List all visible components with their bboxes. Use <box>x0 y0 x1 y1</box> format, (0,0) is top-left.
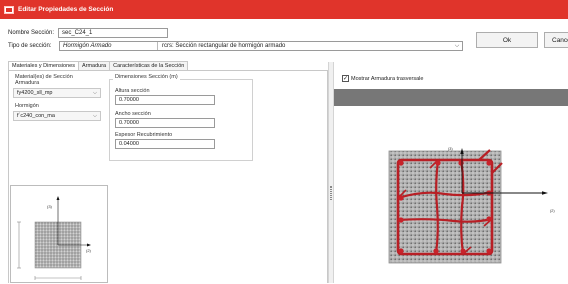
window-title: Editar Propiedades de Sección <box>18 6 114 13</box>
section-type-code: rcrs: Sección rectangular de hormigón ar… <box>162 43 286 49</box>
section-type-label: Tipo de sección: <box>8 43 52 49</box>
tab-section-characteristics[interactable]: Características de la Sección <box>109 61 189 70</box>
height-label: Altura sección <box>115 88 150 94</box>
reinforcement-material-value: fy4200_sll_mp <box>17 90 53 96</box>
section-type-value: Hormigón Armado <box>60 42 158 50</box>
tab-bar: Materiales y Dimensiones Armadura Caract… <box>8 61 189 70</box>
reinforcement-label: Armadura <box>15 80 40 86</box>
title-bar: Editar Propiedades de Sección <box>0 0 568 19</box>
axis-2-label-right: (2) <box>550 209 555 213</box>
cover-label: Espesor Recubrimiento <box>115 132 173 138</box>
chevron-down-icon: ⌵ <box>92 112 97 119</box>
concrete-material-select[interactable]: f´c240_con_ma ⌵ <box>13 111 101 121</box>
preview-header-bar <box>334 89 568 106</box>
show-transverse-label: Mostrar Armadura trasversale <box>351 75 424 82</box>
tab-reinforcement[interactable]: Armadura <box>77 61 111 70</box>
axis-3-label-right: (3) <box>448 147 453 151</box>
section-name-label: Nombre Sección: <box>8 30 55 36</box>
section-preview-small-svg: (3) (2) <box>17 196 92 280</box>
height-input[interactable]: 0.70000 <box>115 95 215 105</box>
show-transverse-row[interactable]: ✓ Mostrar Armadura trasversale <box>342 75 423 82</box>
splitter-grip-icon <box>330 186 332 200</box>
ok-button[interactable]: Ok <box>476 32 538 48</box>
chevron-down-icon[interactable]: ⌵ <box>452 43 462 50</box>
section-type-field[interactable]: Hormigón Armado rcrs: Sección rectangula… <box>59 41 463 51</box>
concrete-label: Hormigón <box>15 103 39 109</box>
cancel-button[interactable]: Cancel <box>544 32 568 48</box>
axis-2-label: (2) <box>86 248 92 253</box>
width-input[interactable]: 0.70000 <box>115 118 215 128</box>
section-preview-small: (3) (2) <box>10 185 108 283</box>
reinforcement-section-drawing: (3) (2) <box>388 147 555 264</box>
cross-tie-vertical-1 <box>434 159 440 255</box>
dimensions-heading: Dimensiones Sección (m) <box>113 74 180 80</box>
show-transverse-checkbox[interactable]: ✓ <box>342 75 349 82</box>
tab-materials-dimensions[interactable]: Materiales y Dimensiones <box>8 61 79 70</box>
cover-input[interactable]: 0.04000 <box>115 139 215 149</box>
section-name-input[interactable]: sec_C24_1 <box>58 28 168 38</box>
reinforcement-material-select[interactable]: fy4200_sll_mp ⌵ <box>13 88 101 98</box>
axis-3-label: (3) <box>47 204 53 209</box>
concrete-section <box>388 150 502 264</box>
app-icon <box>4 5 14 14</box>
width-label: Ancho sección <box>115 111 151 117</box>
concrete-material-value: f´c240_con_ma <box>17 113 55 119</box>
chevron-down-icon: ⌵ <box>92 89 97 96</box>
